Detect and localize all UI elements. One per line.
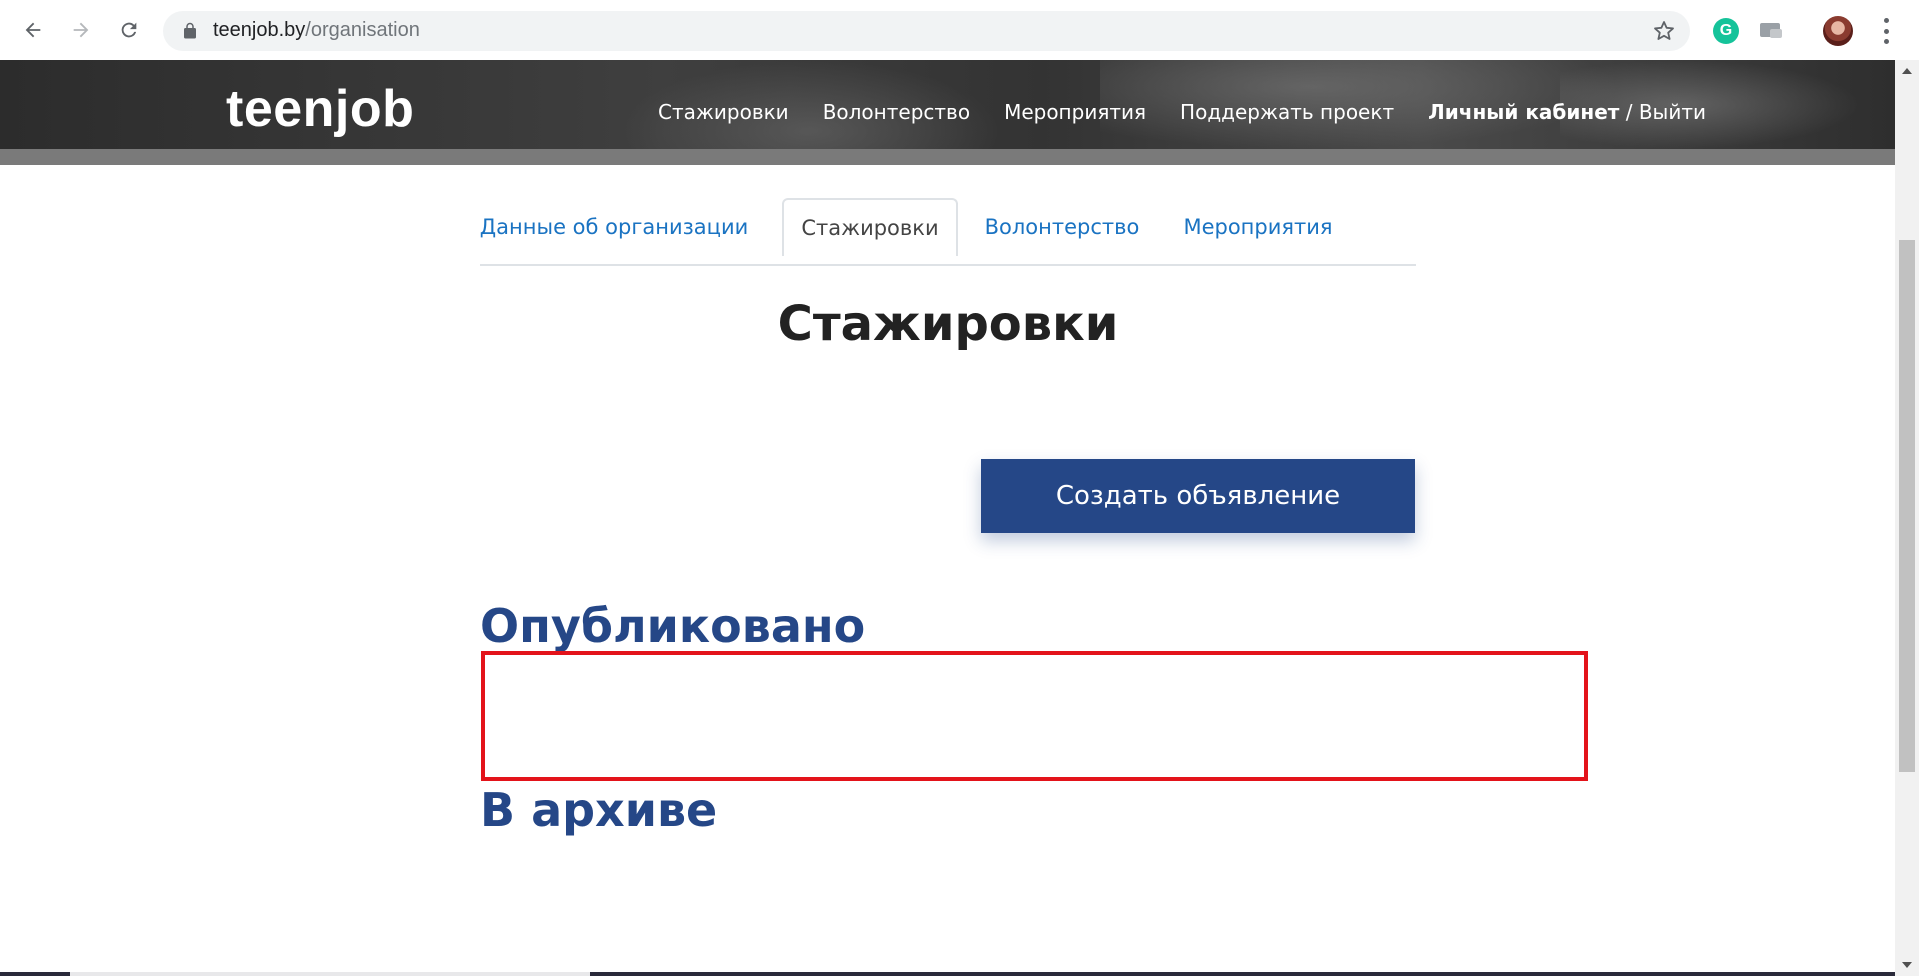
cast-extension-icon[interactable] xyxy=(1758,18,1784,44)
url-path: /organisation xyxy=(305,19,420,41)
reload-button[interactable] xyxy=(113,14,145,46)
bookmark-star-icon[interactable] xyxy=(1652,19,1676,43)
browser-toolbar: teenjob.by/organisation G xyxy=(0,0,1919,60)
url-text: teenjob.by/organisation xyxy=(213,19,420,42)
published-heading: Опубликовано xyxy=(480,599,866,653)
profile-avatar[interactable] xyxy=(1823,16,1853,46)
main-nav: Стажировки Волонтерство Мероприятия Подд… xyxy=(658,97,1706,127)
nav-account-group: Личный кабинет / Выйти xyxy=(1428,100,1706,124)
reload-icon xyxy=(121,22,137,38)
nav-logout[interactable]: Выйти xyxy=(1639,100,1706,124)
browser-menu-icon[interactable] xyxy=(1880,18,1892,44)
nav-support[interactable]: Поддержать проект xyxy=(1180,100,1394,124)
scrollbar-thumb[interactable] xyxy=(1899,240,1915,772)
lock-icon xyxy=(184,22,196,39)
organisation-tabs: Данные об организации Стажировки Волонте… xyxy=(480,198,1416,266)
nav-volunteering[interactable]: Волонтерство xyxy=(823,100,970,124)
grammarly-extension-icon[interactable]: G xyxy=(1713,18,1739,44)
back-button[interactable] xyxy=(17,14,49,46)
create-listing-button[interactable]: Создать объявление xyxy=(981,459,1415,533)
header-divider xyxy=(0,149,1895,165)
bottom-edge xyxy=(0,972,1895,976)
nav-separator: / xyxy=(1619,100,1639,124)
tab-internships[interactable]: Стажировки xyxy=(782,198,958,256)
tab-org-data[interactable]: Данные об организации xyxy=(480,198,748,256)
tab-events[interactable]: Мероприятия xyxy=(1170,198,1346,256)
tab-volunteering[interactable]: Волонтерство xyxy=(977,198,1147,256)
arrow-left-icon xyxy=(25,22,41,38)
forward-button[interactable] xyxy=(65,14,97,46)
address-bar[interactable]: teenjob.by/organisation xyxy=(163,11,1690,51)
page-scrollbar[interactable] xyxy=(1895,60,1919,976)
nav-events[interactable]: Мероприятия xyxy=(1004,100,1146,124)
published-list-highlight xyxy=(481,651,1588,781)
site-logo[interactable]: teenjob xyxy=(226,79,414,139)
page-title: Стажировки xyxy=(777,296,1119,352)
scroll-down-arrow-icon[interactable] xyxy=(1902,962,1912,968)
scroll-up-arrow-icon[interactable] xyxy=(1902,68,1912,74)
arrow-right-icon xyxy=(73,22,89,38)
archived-heading: В архиве xyxy=(480,783,718,837)
url-host: teenjob.by xyxy=(213,19,306,41)
nav-internships[interactable]: Стажировки xyxy=(658,100,789,124)
nav-account[interactable]: Личный кабинет xyxy=(1428,100,1619,124)
